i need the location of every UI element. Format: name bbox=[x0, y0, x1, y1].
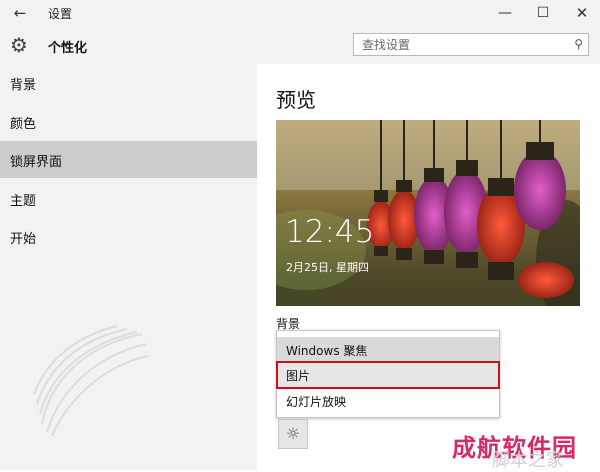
sidebar-item-label: 锁屏界面 bbox=[10, 155, 63, 170]
back-arrow-icon[interactable]: ← bbox=[10, 3, 30, 23]
sidebar-item-lock-screen[interactable]: 锁屏界面 bbox=[0, 141, 257, 178]
minimize-button[interactable]: — bbox=[488, 0, 522, 26]
sidebar-item-label: 背景 bbox=[10, 78, 37, 93]
main-content: 预览 12:45 2月25日, 星期四 背景 Windows 聚焦 图片 幻灯片… bbox=[257, 64, 600, 470]
title-bar: ← 设置 — ☐ ✕ bbox=[0, 0, 600, 26]
sun-icon: ☼ bbox=[285, 424, 301, 443]
search-input[interactable] bbox=[362, 36, 562, 53]
minimize-icon: — bbox=[498, 5, 512, 21]
sidebar-item-label: 开始 bbox=[10, 232, 37, 247]
watermark-overlay: 脚本之家 bbox=[492, 450, 564, 471]
sidebar-item-label: 主题 bbox=[10, 194, 37, 209]
dropdown-option-label: 幻灯片放映 bbox=[286, 395, 347, 409]
page-title: 个性化 bbox=[48, 41, 88, 56]
sidebar-item-start[interactable]: 开始 bbox=[0, 218, 257, 255]
sidebar-item-colors[interactable]: 颜色 bbox=[0, 103, 257, 140]
lock-screen-date: 2月25日, 星期四 bbox=[286, 261, 369, 274]
background-dropdown[interactable]: Windows 聚焦 图片 幻灯片放映 bbox=[276, 330, 500, 418]
preview-image bbox=[276, 120, 580, 306]
window-title: 设置 bbox=[48, 7, 73, 21]
search-box[interactable]: ⚲ bbox=[353, 33, 589, 56]
close-icon: ✕ bbox=[575, 4, 589, 22]
decorative-swirl bbox=[33, 325, 149, 437]
dropdown-option-slideshow[interactable]: 幻灯片放映 bbox=[277, 388, 499, 414]
dropdown-option-windows-spotlight[interactable]: Windows 聚焦 bbox=[277, 337, 499, 363]
close-button[interactable]: ✕ bbox=[565, 0, 599, 26]
preview-heading: 预览 bbox=[276, 88, 316, 112]
search-icon[interactable]: ⚲ bbox=[574, 37, 583, 51]
dropdown-option-picture[interactable]: 图片 bbox=[276, 361, 500, 389]
maximize-icon: ☐ bbox=[536, 5, 550, 21]
sidebar: 背景 颜色 锁屏界面 主题 开始 bbox=[0, 64, 257, 470]
sidebar-item-label: 颜色 bbox=[10, 117, 37, 132]
lock-screen-time: 12:45 bbox=[285, 214, 375, 250]
gear-icon: ⚙ bbox=[10, 33, 28, 57]
app-header: ⚙ 个性化 ⚲ bbox=[0, 26, 600, 64]
dropdown-option-label: Windows 聚焦 bbox=[286, 344, 368, 358]
maximize-button[interactable]: ☐ bbox=[526, 0, 560, 26]
lock-screen-preview: 12:45 2月25日, 星期四 bbox=[276, 120, 580, 306]
sidebar-item-background[interactable]: 背景 bbox=[0, 64, 257, 101]
dropdown-option-label: 图片 bbox=[286, 369, 311, 383]
brightness-button[interactable]: ☼ bbox=[278, 419, 308, 449]
sidebar-item-themes[interactable]: 主题 bbox=[0, 180, 257, 217]
